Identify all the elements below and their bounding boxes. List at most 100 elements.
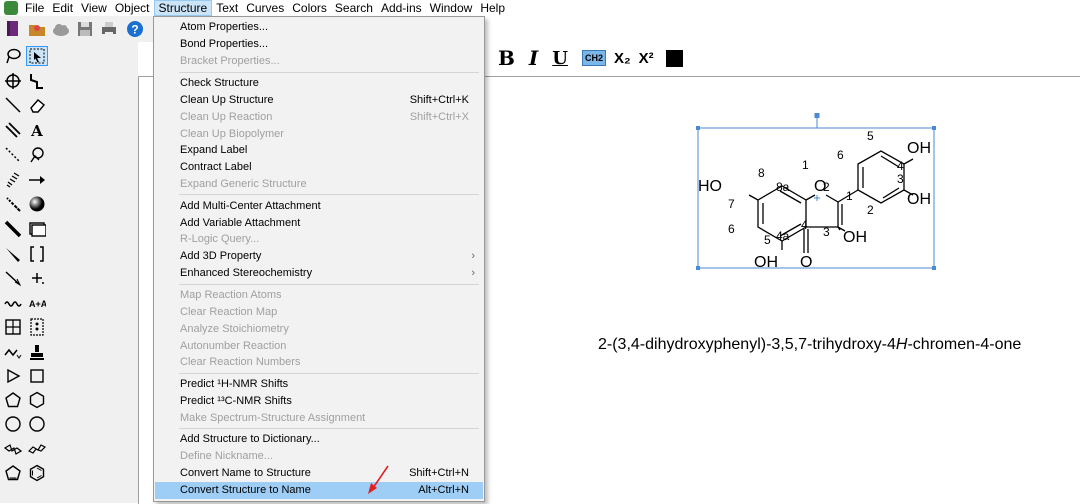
bold-button[interactable]: B xyxy=(498,46,515,70)
menu-structure[interactable]: Structure xyxy=(153,0,213,16)
orbital-icon[interactable] xyxy=(26,194,48,214)
cyclopentadiene-icon[interactable] xyxy=(2,463,24,483)
selection-handle-top[interactable] xyxy=(814,113,820,118)
menu-clean-up-reaction: Clean Up Reaction Shift+Ctrl+X xyxy=(180,111,469,123)
bold-bond-icon[interactable] xyxy=(2,219,24,239)
italic-button[interactable]: I xyxy=(529,46,538,70)
underline-button[interactable]: U xyxy=(552,48,568,69)
menu-clean-up-structure[interactable]: Clean Up Structure Shift+Ctrl+K xyxy=(155,92,483,109)
dashed-bond-icon[interactable] xyxy=(2,145,24,165)
open-folder-icon[interactable] xyxy=(28,20,46,38)
menu-add-multi-center-attachment[interactable]: Add Multi-Center Attachment xyxy=(155,198,483,215)
submenu-arrow-icon: › xyxy=(471,267,475,279)
menu-add-structure-to-dictionary[interactable]: Add Structure to Dictionary... xyxy=(155,431,483,448)
cloud-icon[interactable] xyxy=(52,20,70,38)
arrow-tool-icon[interactable] xyxy=(26,170,48,190)
menu-bond-properties[interactable]: Bond Properties... xyxy=(155,36,483,53)
menu-file[interactable]: File xyxy=(21,0,48,16)
atom-oh-c3p: OH xyxy=(907,191,931,208)
cyclooctane-icon[interactable] xyxy=(26,414,48,434)
menu-add-variable-attachment[interactable]: Add Variable Attachment xyxy=(155,215,483,232)
selection-icon[interactable] xyxy=(26,46,48,66)
menu-add-ins[interactable]: Add-ins xyxy=(377,0,426,16)
cyclobutane-icon[interactable] xyxy=(26,366,48,386)
menu-contract-label[interactable]: Contract Label xyxy=(155,159,483,176)
menu-help[interactable]: Help xyxy=(476,0,509,16)
lasso-icon[interactable] xyxy=(2,46,24,66)
help-icon[interactable]: ? xyxy=(126,20,144,38)
hashed-bond-icon[interactable] xyxy=(2,170,24,190)
iupac-name-italic: H xyxy=(895,336,908,353)
menu-search[interactable]: Search xyxy=(331,0,377,16)
menu-window[interactable]: Window xyxy=(426,0,477,16)
menu-atom-properties[interactable]: Atom Properties... xyxy=(155,19,483,36)
menu-autonumber-reaction: Autonumber Reaction xyxy=(180,340,287,352)
hashed-wedge-icon[interactable] xyxy=(2,194,24,214)
tool-palette: A A+A xyxy=(0,42,53,503)
single-bond-icon[interactable] xyxy=(2,95,24,115)
table-icon[interactable] xyxy=(2,317,24,337)
double-bond-icon[interactable] xyxy=(2,120,24,140)
menu-enhanced-stereochemistry[interactable]: Enhanced Stereochemistry › xyxy=(155,265,483,282)
menu-view[interactable]: View xyxy=(77,0,111,16)
selection-corner-bl[interactable] xyxy=(696,266,700,270)
brackets-icon[interactable] xyxy=(26,244,48,264)
document-margin xyxy=(52,42,138,503)
template-icon[interactable] xyxy=(26,145,48,165)
iupac-name[interactable]: 2-(3,4-dihydroxyphenyl)-3,5,7-trihydroxy… xyxy=(598,336,1021,354)
eraser-icon[interactable] xyxy=(26,95,48,115)
menu-expand-label[interactable]: Expand Label xyxy=(155,142,483,159)
acyclic-chain-icon[interactable] xyxy=(2,342,24,362)
menu-add-3d-property[interactable]: Add 3D Property › xyxy=(155,248,483,265)
iupac-name-prefix: 2-(3,4-dihydroxyphenyl)-3,5,7-trihydroxy… xyxy=(598,336,896,353)
wedged-hashed-icon[interactable] xyxy=(2,268,24,288)
chair-cyclohexane-2-icon[interactable] xyxy=(26,439,48,459)
chair-cyclohexane-icon[interactable] xyxy=(2,439,24,459)
color-swatch-icon[interactable] xyxy=(665,49,683,67)
locant-4a: 4a xyxy=(776,229,790,243)
superscript-button[interactable]: X² xyxy=(639,50,654,67)
atom-oh-c3: OH xyxy=(843,229,867,246)
menu-separator xyxy=(179,428,479,429)
menu-predict-1h-nmr[interactable]: Predict ¹H-NMR Shifts xyxy=(155,376,483,393)
drawing-elements-icon[interactable] xyxy=(26,219,48,239)
chain-icon[interactable] xyxy=(26,71,48,91)
crosshair-icon[interactable] xyxy=(2,71,24,91)
quercetin-structure[interactable]: HO O OH O OH OH OH 1 2 3 4 4a 5 6 7 8 8a… xyxy=(690,112,950,282)
locant-8a: 8a xyxy=(776,180,790,194)
menu-convert-structure-to-name[interactable]: Convert Structure to Name Alt+Ctrl+N xyxy=(155,482,483,499)
menu-convert-name-to-structure[interactable]: Convert Name to Structure Shift+Ctrl+N xyxy=(155,465,483,482)
cycloheptane-icon[interactable] xyxy=(2,414,24,434)
save-icon[interactable] xyxy=(76,20,94,38)
locant-p1: 1 xyxy=(846,189,853,203)
cyclohexane-icon[interactable] xyxy=(26,390,48,410)
cyclopropane-icon[interactable] xyxy=(2,366,24,386)
menu-curves[interactable]: Curves xyxy=(242,0,288,16)
cyclopentane-icon[interactable] xyxy=(2,390,24,410)
locant-4: 4 xyxy=(801,218,808,232)
locant-p2: 2 xyxy=(867,203,874,217)
chemical-symbols-icon[interactable]: A+A xyxy=(26,293,48,313)
new-document-icon[interactable] xyxy=(4,20,22,38)
menu-object[interactable]: Object xyxy=(111,0,154,16)
selection-corner-br[interactable] xyxy=(932,266,936,270)
charge-icon[interactable] xyxy=(26,268,48,288)
formula-button[interactable]: CH2 xyxy=(581,50,606,66)
menu-predict-13c-nmr[interactable]: Predict ¹³C-NMR Shifts xyxy=(155,393,483,410)
stamp-icon[interactable] xyxy=(26,342,48,362)
tlc-plate-icon[interactable] xyxy=(26,317,48,337)
atom-oh-c5: OH xyxy=(754,254,778,271)
print-icon[interactable] xyxy=(100,20,118,38)
wedge-bond-icon[interactable] xyxy=(2,244,24,264)
menu-colors[interactable]: Colors xyxy=(288,0,331,16)
subscript-button[interactable]: X₂ xyxy=(614,50,631,67)
wavy-bond-icon[interactable] xyxy=(2,293,24,313)
menu-text[interactable]: Text xyxy=(212,0,242,16)
selection-corner-tl[interactable] xyxy=(696,126,700,130)
locant-3: 3 xyxy=(823,225,830,239)
benzene-icon[interactable] xyxy=(26,463,48,483)
text-tool-icon[interactable]: A xyxy=(26,120,48,140)
menu-check-structure[interactable]: Check Structure xyxy=(155,75,483,92)
selection-corner-tr[interactable] xyxy=(932,126,936,130)
menu-edit[interactable]: Edit xyxy=(48,0,77,16)
